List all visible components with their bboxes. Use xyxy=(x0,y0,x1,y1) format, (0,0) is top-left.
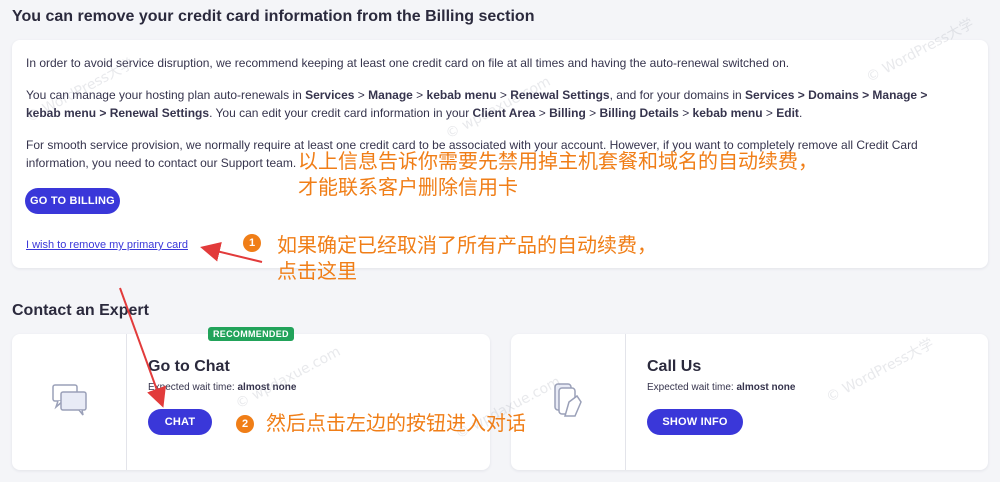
step-1-note: 如果确定已经取消了所有产品的自动续费， 点击这里 xyxy=(277,233,657,283)
arrow-to-chat-button xyxy=(119,287,166,408)
step-2-note: 然后点击左边的按钮进入对话 xyxy=(266,411,526,435)
step-1-marker: 1 xyxy=(243,234,261,252)
step-2-marker: 2 xyxy=(236,415,254,433)
annotation-note: 以上信息告诉你需要先禁用掉主机套餐和域名的自动续费， 才能联系客户删除信用卡 xyxy=(298,149,818,199)
